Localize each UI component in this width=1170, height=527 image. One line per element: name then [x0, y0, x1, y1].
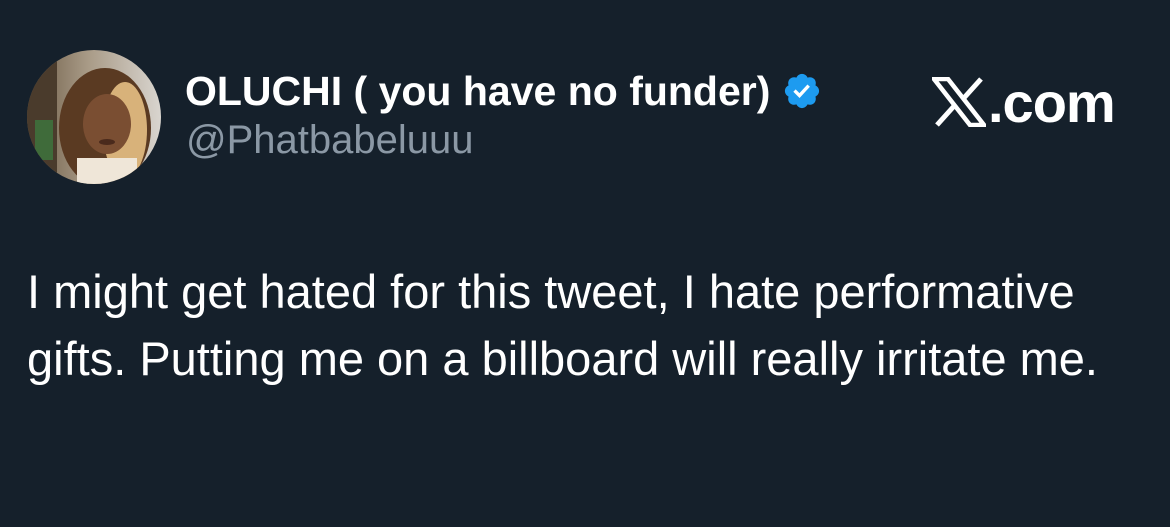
avatar[interactable]	[27, 50, 161, 184]
x-logo-icon	[929, 76, 989, 128]
tweet-card: OLUCHI ( you have no funder) @Phatbabelu…	[0, 0, 1170, 527]
brand-domain: .com	[988, 70, 1116, 134]
display-name-row[interactable]: OLUCHI ( you have no funder)	[185, 64, 822, 118]
display-name[interactable]: OLUCHI ( you have no funder)	[185, 68, 770, 115]
avatar-image	[27, 50, 161, 184]
site-brand: .com	[929, 70, 1116, 134]
verified-badge-icon	[782, 71, 822, 111]
user-handle[interactable]: @Phatbabeluuu	[186, 118, 474, 163]
tweet-text: I might get hated for this tweet, I hate…	[27, 265, 1098, 385]
